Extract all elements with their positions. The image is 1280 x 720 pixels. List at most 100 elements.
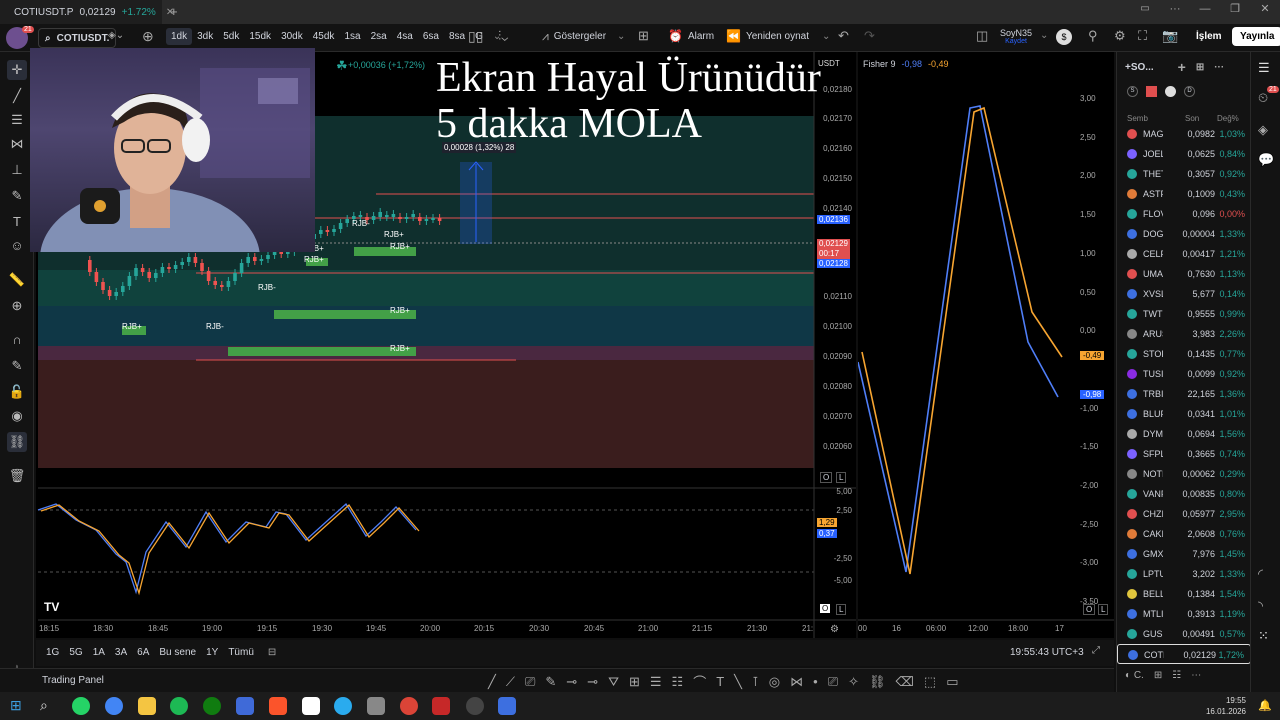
close-button[interactable]: ✕ — [1250, 2, 1280, 15]
calculator-icon[interactable] — [367, 697, 385, 715]
brush-icon[interactable]: ✎ — [7, 186, 27, 206]
scale-toggle-l[interactable]: L — [836, 604, 847, 615]
replay-button[interactable]: ⏪ Yeniden oynat ⌄ — [726, 29, 830, 43]
clock[interactable]: 19:55:43 UTC+3 — [1010, 647, 1084, 658]
frame-icon[interactable]: ⬚ — [924, 674, 936, 690]
note-icon[interactable]: ⎚ — [828, 674, 838, 690]
interval-4h[interactable]: 4sa — [392, 28, 418, 45]
dots-icon[interactable]: ⋯ — [1191, 670, 1201, 681]
target-icon[interactable]: ◎ — [769, 674, 780, 690]
fisher-panel[interactable]: Fisher 9 -0,98 -0,49 3,00 2,50 2,00 1,50… — [857, 52, 1114, 638]
alarm-button[interactable]: ⏰ Alarm — [668, 29, 714, 43]
time-axis[interactable]: 18:15 18:30 18:45 19:00 19:15 19:30 19:4… — [36, 624, 814, 638]
expand-icon[interactable]: ⤢ — [1092, 645, 1100, 656]
interval-8h[interactable]: 8sa — [444, 28, 470, 45]
compare-icon[interactable]: ◈⌄ — [108, 30, 124, 41]
bar-style-icon[interactable]: ⫶⌄ — [498, 28, 508, 44]
settings-gear-icon[interactable]: ⚙ — [1114, 28, 1126, 44]
interval-3m[interactable]: 3dk — [192, 28, 218, 45]
maximize-button[interactable]: ❐ — [1220, 2, 1250, 15]
indicators-button[interactable]: ⩘ Göstergeler ⌄ — [542, 29, 625, 44]
range-3m[interactable]: 3A — [115, 647, 127, 658]
range-all[interactable]: Tümü — [228, 647, 254, 658]
search-icon[interactable]: ⌕ — [40, 697, 48, 714]
watchlist-title[interactable]: +SO... — [1125, 62, 1154, 73]
interval-15m[interactable]: 15dk — [244, 28, 276, 45]
watchlist-row[interactable]: DOG 0,00004 1,33% — [1117, 224, 1251, 244]
cursor-icon[interactable]: ✛ — [7, 60, 27, 80]
arc-icon[interactable]: ⌒ — [693, 672, 706, 691]
currency-label[interactable]: USDT — [818, 59, 840, 68]
notification-bell-icon[interactable]: 🔔 — [1258, 699, 1272, 712]
line-tool-icon[interactable]: ╱ — [488, 674, 496, 690]
symbol-search[interactable]: ⌕ COTIUSDT. — [38, 28, 117, 48]
watchlist-row[interactable]: DYMI 0,0694 1,56% — [1117, 424, 1251, 444]
trend-line-icon[interactable]: ╱ — [7, 86, 27, 106]
zoom-icon[interactable]: ⊕ — [7, 296, 27, 316]
range-1d[interactable]: 1G — [46, 647, 59, 658]
watchlist-row[interactable]: TWT 0,9555 0,99% — [1117, 304, 1251, 324]
ray-icon[interactable]: ⊸ — [587, 674, 598, 690]
watchlist-row[interactable]: STOF 0,1435 0,77% — [1117, 344, 1251, 364]
watchlist-row[interactable]: GMX 7,976 1,45% — [1117, 544, 1251, 564]
interval-2h[interactable]: 2sa — [366, 28, 392, 45]
watchlist-row[interactable]: MTLI 0,3913 1,19% — [1117, 604, 1251, 624]
scale-toggle-o[interactable]: O — [820, 604, 831, 613]
callout-icon[interactable]: ⎚ — [525, 674, 535, 690]
apps-grid-icon[interactable]: ⁙ — [1258, 628, 1269, 644]
minimize-button[interactable]: — — [1190, 3, 1220, 15]
layout-save[interactable]: SoyN35 Kaydet — [1000, 29, 1032, 46]
pattern-icon[interactable]: ⋈ — [790, 674, 803, 690]
grid-icon[interactable]: ⊞ — [1154, 670, 1162, 681]
watchlist-row[interactable]: TRBI 22,165 1,36% — [1117, 384, 1251, 404]
fib-icon[interactable]: ☰ — [7, 110, 27, 130]
interval-30m[interactable]: 30dk — [276, 28, 308, 45]
dot-icon[interactable]: • — [813, 674, 818, 689]
text-icon[interactable]: T — [7, 212, 27, 232]
settings-gear-icon[interactable]: ⚙ — [830, 624, 839, 635]
hline-icon[interactable]: ⊸ — [566, 674, 577, 690]
filter-d-icon[interactable]: D — [1184, 85, 1195, 97]
windows-start-icon[interactable]: ⊞ — [10, 697, 22, 714]
projection-icon[interactable]: ⊥ — [7, 160, 27, 180]
watchlist-row[interactable]: SFPL 0,3665 0,74% — [1117, 444, 1251, 464]
interval-1h[interactable]: 1sa — [339, 28, 365, 45]
watchlist-row[interactable]: GUSI 0,00491 0,57% — [1117, 624, 1251, 644]
trash-icon[interactable]: 🗑 — [7, 466, 27, 486]
app-icon[interactable] — [498, 697, 516, 715]
whatsapp-icon[interactable] — [72, 697, 90, 715]
alerts-clock-icon[interactable]: ⏲ — [1258, 90, 1268, 106]
watchlist-row[interactable]: CAKI 2,0608 0,76% — [1117, 524, 1251, 544]
telegram-icon[interactable] — [334, 697, 352, 715]
signal-icon[interactable]: ◜ — [1258, 566, 1263, 582]
dropdown-icon[interactable]: ▭ — [946, 674, 958, 690]
chrome-profile-icon[interactable] — [105, 697, 123, 715]
watchlist-row[interactable]: BLUF 0,0341 1,01% — [1117, 404, 1251, 424]
list-icon[interactable]: ☷ — [1172, 670, 1181, 681]
interval-1m[interactable]: 1dk — [166, 28, 193, 45]
scale-toggle-o[interactable]: O — [1083, 604, 1096, 615]
fisher-legend[interactable]: Fisher 9 -0,98 -0,49 — [863, 59, 949, 69]
puzzle-icon[interactable]: ✧ — [848, 674, 859, 690]
more-icon[interactable]: ··· — [1214, 62, 1224, 73]
scale-toggle-l[interactable]: L — [836, 472, 847, 483]
system-clock[interactable]: 19:55 16.01.2026 — [1206, 695, 1246, 717]
watchlist-row[interactable]: THET 0,3057 0,92% — [1117, 164, 1251, 184]
interval-5m[interactable]: 5dk — [218, 28, 244, 45]
watchlist-row[interactable]: ARUS 3,983 2,26% — [1117, 324, 1251, 344]
xbox-icon[interactable] — [203, 697, 221, 715]
pattern-icon[interactable]: ⋈ — [7, 134, 27, 154]
chrome-icon[interactable] — [400, 697, 418, 715]
grid-icon[interactable]: ⊞ — [629, 674, 640, 690]
new-tab-icon[interactable]: + — [170, 4, 178, 19]
candle-type-icon[interactable]: ▯▯ — [468, 28, 483, 45]
range-6m[interactable]: 6A — [137, 647, 149, 658]
text-icon[interactable]: T — [716, 674, 724, 689]
lock-icon[interactable]: 🔓 — [7, 382, 27, 402]
scale-toggle-o[interactable]: O — [820, 472, 833, 483]
watchlist-row[interactable]: VANF 0,00835 0,80% — [1117, 484, 1251, 504]
eraser-icon[interactable]: ⌫ — [896, 674, 914, 690]
tradingview-app-icon[interactable] — [302, 697, 320, 715]
more-icon[interactable]: ··· — [1160, 3, 1190, 15]
chevron-down-icon[interactable]: ⌄ — [1040, 30, 1048, 41]
